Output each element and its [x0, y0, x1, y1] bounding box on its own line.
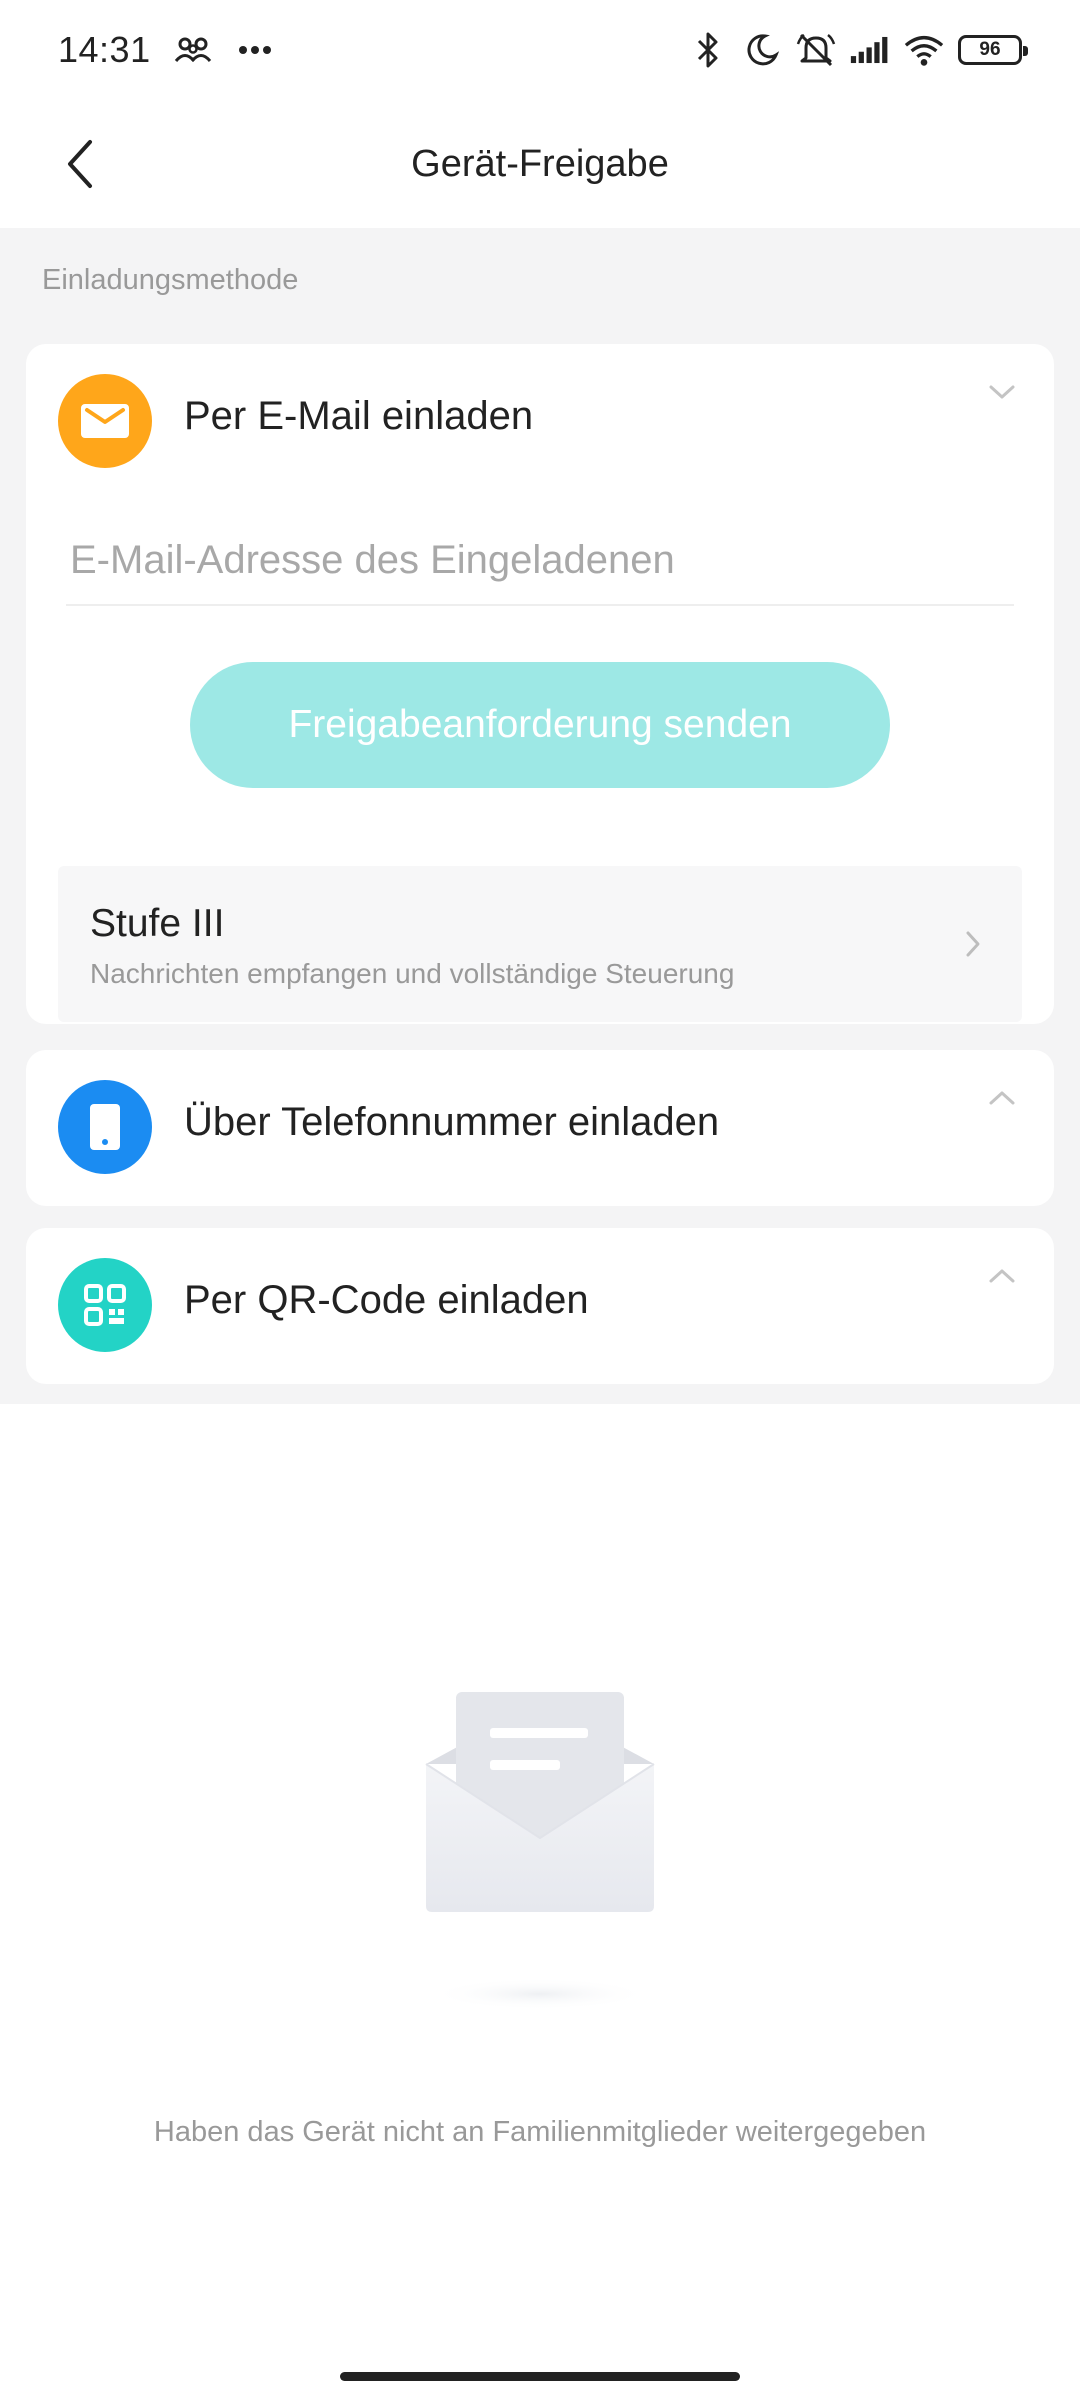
family-icon	[173, 30, 213, 70]
envelope-illustration	[418, 1688, 662, 2018]
battery-level: 96	[979, 39, 1001, 60]
chevron-right-icon	[958, 926, 988, 962]
email-invite-header[interactable]: Per E-Mail einladen	[26, 344, 1054, 500]
qr-code-icon	[58, 1258, 152, 1352]
email-invite-title: Per E-Mail einladen	[184, 394, 534, 438]
phone-invite-card[interactable]: Über Telefonnummer einladen	[26, 1050, 1054, 1206]
permission-level-row[interactable]: Stufe III Nachrichten empfangen und voll…	[58, 866, 1022, 1022]
chevron-left-icon	[68, 140, 92, 188]
level-subtitle: Nachrichten empfangen und vollständige S…	[90, 958, 735, 989]
email-invite-card: Per E-Mail einladen Freigabeanforderung …	[26, 344, 1054, 1024]
phone-icon	[58, 1080, 152, 1174]
page-title: Gerät-Freigabe	[411, 142, 669, 185]
back-button[interactable]	[44, 128, 116, 200]
more-dots-icon	[235, 30, 275, 70]
status-right: 96	[688, 30, 1028, 70]
send-request-button[interactable]: Freigabeanforderung senden	[190, 662, 890, 788]
qr-invite-title: Per QR-Code einladen	[184, 1278, 589, 1322]
chevron-down-icon[interactable]	[980, 374, 1024, 410]
app-header: Gerät-Freigabe	[0, 100, 1080, 228]
status-bar: 14:31 96	[0, 0, 1080, 100]
status-left: 14:31	[58, 29, 275, 71]
empty-state-text: Haben das Gerät nicht an Familienmitglie…	[153, 2116, 927, 2148]
invite-section: Einladungsmethode Per E-Mail einladen Fr…	[0, 228, 1080, 1404]
home-indicator[interactable]	[340, 2372, 740, 2381]
mail-icon	[58, 374, 152, 468]
wifi-icon	[904, 30, 944, 70]
level-title: Stufe III	[90, 902, 225, 945]
section-label: Einladungsmethode	[42, 264, 299, 296]
signal-icon	[850, 30, 890, 70]
email-input[interactable]	[66, 516, 1014, 606]
chevron-up-icon[interactable]	[980, 1258, 1024, 1294]
phone-invite-title: Über Telefonnummer einladen	[184, 1100, 720, 1144]
battery-icon: 96	[958, 35, 1028, 65]
moon-icon	[742, 30, 782, 70]
qr-invite-card[interactable]: Per QR-Code einladen	[26, 1228, 1054, 1384]
bluetooth-icon	[688, 30, 728, 70]
status-time: 14:31	[58, 29, 151, 70]
chevron-up-icon[interactable]	[980, 1080, 1024, 1116]
mute-icon	[796, 30, 836, 70]
